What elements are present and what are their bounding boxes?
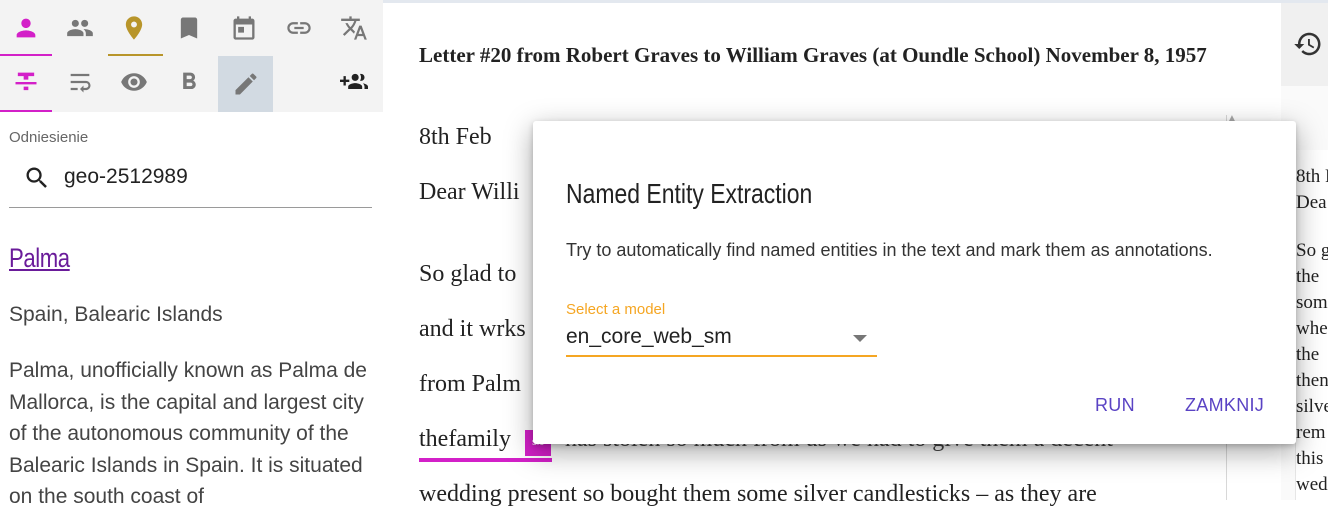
model-select-value[interactable]: en_core_web_sm [566,325,732,349]
wrap-text-icon [70,73,91,93]
model-select[interactable]: en_core_web_sm [566,321,877,357]
history-bar [1281,3,1328,86]
calendar-icon [233,16,255,40]
strikethrough-button[interactable] [0,56,52,108]
preview-line: silve [1296,396,1328,417]
document-line[interactable]: So glad to [419,261,516,288]
run-button[interactable]: RUN [1095,395,1135,416]
people-icon [67,19,93,37]
edit-button[interactable] [218,56,273,112]
document-line[interactable]: Dear Willi [419,179,520,206]
bold-button[interactable] [163,56,215,108]
link-annotation-button[interactable] [273,2,325,54]
visibility-button[interactable] [108,56,160,108]
preview-line: 8th F [1296,166,1328,187]
annotation-sidebar: Odniesienie geo-2512989 Palma Spain, Bal… [0,0,383,508]
eye-icon [121,73,147,91]
annotation-toolbar [0,0,383,112]
preview-line: rem [1296,422,1326,443]
document-line[interactable]: and it wrks [419,316,526,343]
place-description: Palma, unofficially known as Palma de Ma… [9,359,367,508]
person-icon [16,18,36,38]
date-annotation-button[interactable] [218,2,270,54]
strikethrough-icon [15,72,37,91]
place-title-link[interactable]: Palma [9,243,70,274]
document-line[interactable]: wedding present so bought them some silv… [419,481,1097,508]
preview-line: Dea [1296,192,1327,213]
preview-line: then [1296,370,1328,391]
wrap-text-button[interactable] [54,56,106,108]
translate-button[interactable] [328,2,380,54]
dialog-title: Named Entity Extraction [566,178,813,209]
edit-icon [235,73,256,95]
preview-line: wed [1296,474,1328,495]
reference-search-field[interactable]: geo-2512989 [9,152,372,208]
annotated-word[interactable]: thefamily [419,426,511,453]
group-add-icon [340,73,368,89]
preview-line: this [1296,448,1324,469]
preview-line: the [1296,344,1320,365]
preview-line: So g [1296,240,1328,261]
document-title: Letter #20 from Robert Graves to William… [419,43,1207,67]
link-icon [287,22,311,34]
document-line[interactable]: 8th Feb [419,124,492,151]
preview-line: som [1296,292,1328,313]
reference-label: Odniesienie [9,129,89,146]
preview-line: the [1296,266,1320,287]
model-select-label: Select a model [566,301,666,318]
annotation-underline [419,458,552,462]
reference-value[interactable]: geo-2512989 [64,165,188,189]
person-annotation-button[interactable] [0,2,52,54]
bold-icon [183,72,196,89]
preview-panel: 8th F Dea So g the som whe the then silv… [1295,150,1328,500]
strike-tab-underline [0,110,52,112]
named-entity-dialog: Named Entity Extraction Try to automatic… [533,121,1296,444]
place-annotation-button[interactable] [108,2,160,54]
close-button[interactable]: ZAMKNIJ [1185,395,1264,416]
preview-line: whe [1296,318,1328,339]
bookmark-annotation-button[interactable] [163,2,215,54]
place-region: Spain, Balearic Islands [9,303,223,326]
translate-icon [341,16,367,40]
add-people-button[interactable] [328,56,380,108]
place-icon [125,16,143,40]
bookmark-icon [180,17,198,39]
history-icon[interactable] [1293,29,1323,59]
people-annotation-button[interactable] [54,2,106,54]
document-line[interactable]: from Palm [419,371,521,398]
dialog-description: Try to automatically find named entities… [566,240,1213,260]
search-icon [26,167,47,188]
dropdown-caret-icon[interactable] [853,335,867,342]
